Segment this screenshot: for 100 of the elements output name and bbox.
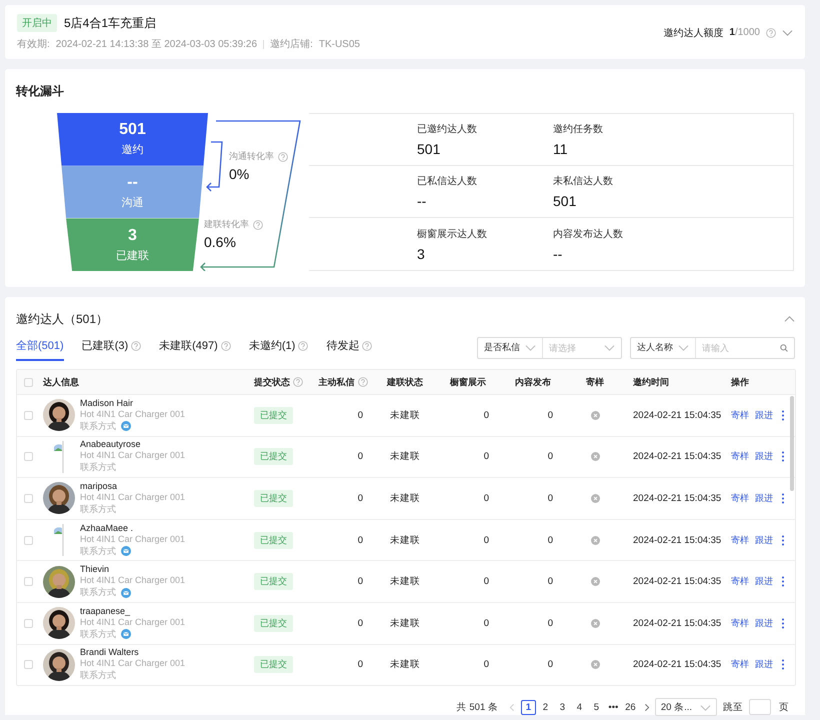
action-link[interactable]: 跟进 — [755, 658, 773, 672]
table-cell-text: 0 — [546, 410, 554, 421]
stat-label: 未私信达人数 — [553, 174, 614, 188]
page-size-select[interactable]: 20 条... — [654, 698, 717, 716]
page-button[interactable]: 4 — [572, 700, 587, 715]
more-icon[interactable] — [781, 410, 785, 421]
more-icon[interactable] — [781, 618, 785, 629]
email-icon[interactable] — [121, 546, 131, 556]
page-button[interactable]: 1 — [520, 700, 536, 715]
select-field[interactable]: 是否私信 请选择 — [477, 336, 622, 358]
email-icon[interactable] — [121, 588, 131, 598]
creator-name: Madison Hair — [80, 398, 134, 408]
action-link[interactable]: 寄样 — [731, 408, 749, 422]
page-button[interactable]: 2 — [538, 700, 553, 715]
action-link[interactable]: 寄样 — [731, 534, 749, 547]
stat-label: 已私信达人数 — [417, 174, 478, 188]
rate-label: 沟通转化率 — [229, 150, 274, 163]
row-checkbox[interactable] — [24, 577, 33, 586]
select-all-checkbox[interactable] — [24, 378, 33, 386]
filter-input[interactable]: 请选择 — [549, 342, 599, 352]
column-header: 达人信息 — [43, 376, 79, 388]
column-header: 主动私信 — [318, 376, 354, 388]
column-header: 建联状态 — [387, 376, 423, 388]
action-link[interactable]: 寄样 — [731, 492, 749, 505]
column-header: 内容发布 — [515, 376, 551, 388]
action-link[interactable]: 寄样 — [731, 658, 749, 672]
table-cell-text: 0 — [356, 410, 364, 421]
more-icon[interactable] — [781, 576, 785, 588]
stat-value: 11 — [553, 141, 569, 157]
contact-label: 联系方式 — [80, 461, 116, 474]
store-label: 邀约店铺: — [270, 38, 313, 51]
search-field[interactable]: 达人名称 请输入 — [630, 336, 795, 358]
table-cell-text: 未建联 — [389, 575, 421, 588]
help-icon — [766, 28, 776, 38]
action-link[interactable]: 跟进 — [755, 534, 773, 547]
action-link[interactable]: 跟进 — [755, 492, 773, 505]
store-name: TK-US05 — [318, 38, 360, 50]
column-header: 寄样 — [586, 376, 604, 388]
action-link[interactable]: 跟进 — [755, 408, 773, 422]
row-checkbox[interactable] — [24, 494, 33, 503]
row-checkbox[interactable] — [24, 536, 33, 545]
filter-tab[interactable]: 已建联(3) — [82, 334, 142, 361]
row-checkbox[interactable] — [24, 618, 33, 628]
table-cell-text: 0 — [356, 618, 364, 629]
more-icon[interactable] — [781, 534, 785, 546]
stat-label: 内容发布达人数 — [553, 228, 624, 240]
quota-used: 1 — [729, 27, 735, 38]
filter-tab[interactable]: 未邀约(1) — [248, 334, 308, 361]
rate-value: 0% — [229, 166, 250, 182]
row-checkbox[interactable] — [24, 452, 33, 462]
filter-tab[interactable]: 未建联(497) — [159, 334, 231, 361]
action-link[interactable]: 跟进 — [755, 616, 773, 630]
stat-label: 已邀约达人数 — [417, 122, 478, 136]
table-cell-text: 0 — [482, 618, 490, 629]
contact-label: 联系方式 — [80, 420, 116, 433]
rate-value: 0.6% — [204, 234, 237, 250]
page-button[interactable]: 5 — [588, 700, 604, 715]
action-link[interactable]: 寄样 — [731, 575, 749, 588]
more-icon[interactable] — [781, 492, 785, 504]
stat-value: 3 — [417, 246, 426, 262]
table-cell-text: 未建联 — [389, 450, 421, 464]
page-button[interactable]: 26 — [622, 700, 638, 715]
filter-input[interactable]: 请输入 — [702, 342, 772, 352]
table-cell-text: 0 — [482, 451, 490, 462]
row-checkbox[interactable] — [24, 660, 33, 670]
more-icon[interactable] — [781, 659, 785, 670]
action-link[interactable]: 跟进 — [755, 450, 773, 464]
email-icon[interactable] — [121, 629, 131, 640]
help-icon — [253, 220, 263, 230]
stage-label: 已建联 — [116, 248, 149, 263]
section-title: 邀约达人（501） — [16, 311, 108, 328]
action-link[interactable]: 跟进 — [755, 575, 773, 588]
email-icon[interactable] — [121, 421, 131, 432]
dropdown-icon — [604, 343, 615, 352]
table-cell-text: 0 — [482, 492, 490, 504]
table-cell-text: 0 — [546, 492, 554, 504]
product-name: Hot 4IN1 Car Charger 001 — [80, 575, 186, 586]
table-cell-text: 2024-02-21 15:04:35 — [632, 451, 722, 462]
action-link[interactable]: 寄样 — [731, 450, 749, 464]
creator-name: AzhaaMaee . — [80, 522, 134, 533]
row-checkbox[interactable] — [24, 410, 33, 420]
page-input[interactable] — [749, 699, 771, 716]
table-cell-text: 未建联 — [389, 492, 421, 505]
table-cell-text: 0 — [482, 534, 490, 546]
page-button[interactable]: 3 — [554, 700, 570, 715]
creator-name: Anabeautyrose — [80, 439, 142, 450]
page-button[interactable]: ••• — [606, 700, 621, 715]
filter-tab[interactable]: 待发起 — [326, 334, 372, 361]
table-cell-text: 2024-02-21 15:04:35 — [632, 534, 722, 546]
product-name: Hot 4IN1 Car Charger 001 — [80, 534, 186, 544]
table-cell-text: 0 — [546, 618, 554, 629]
more-icon[interactable] — [781, 451, 785, 462]
contact-label: 联系方式 — [80, 628, 116, 641]
creator-name: traapanese_ — [80, 606, 132, 616]
jump-label: 跳至 — [723, 700, 743, 714]
table-cell-text: 2024-02-21 15:04:35 — [632, 576, 722, 588]
filter-tab[interactable]: 全部(501) — [16, 334, 64, 361]
table-cell-text: 0 — [482, 576, 490, 588]
next-page-icon — [642, 702, 651, 712]
action-link[interactable]: 寄样 — [731, 616, 749, 630]
